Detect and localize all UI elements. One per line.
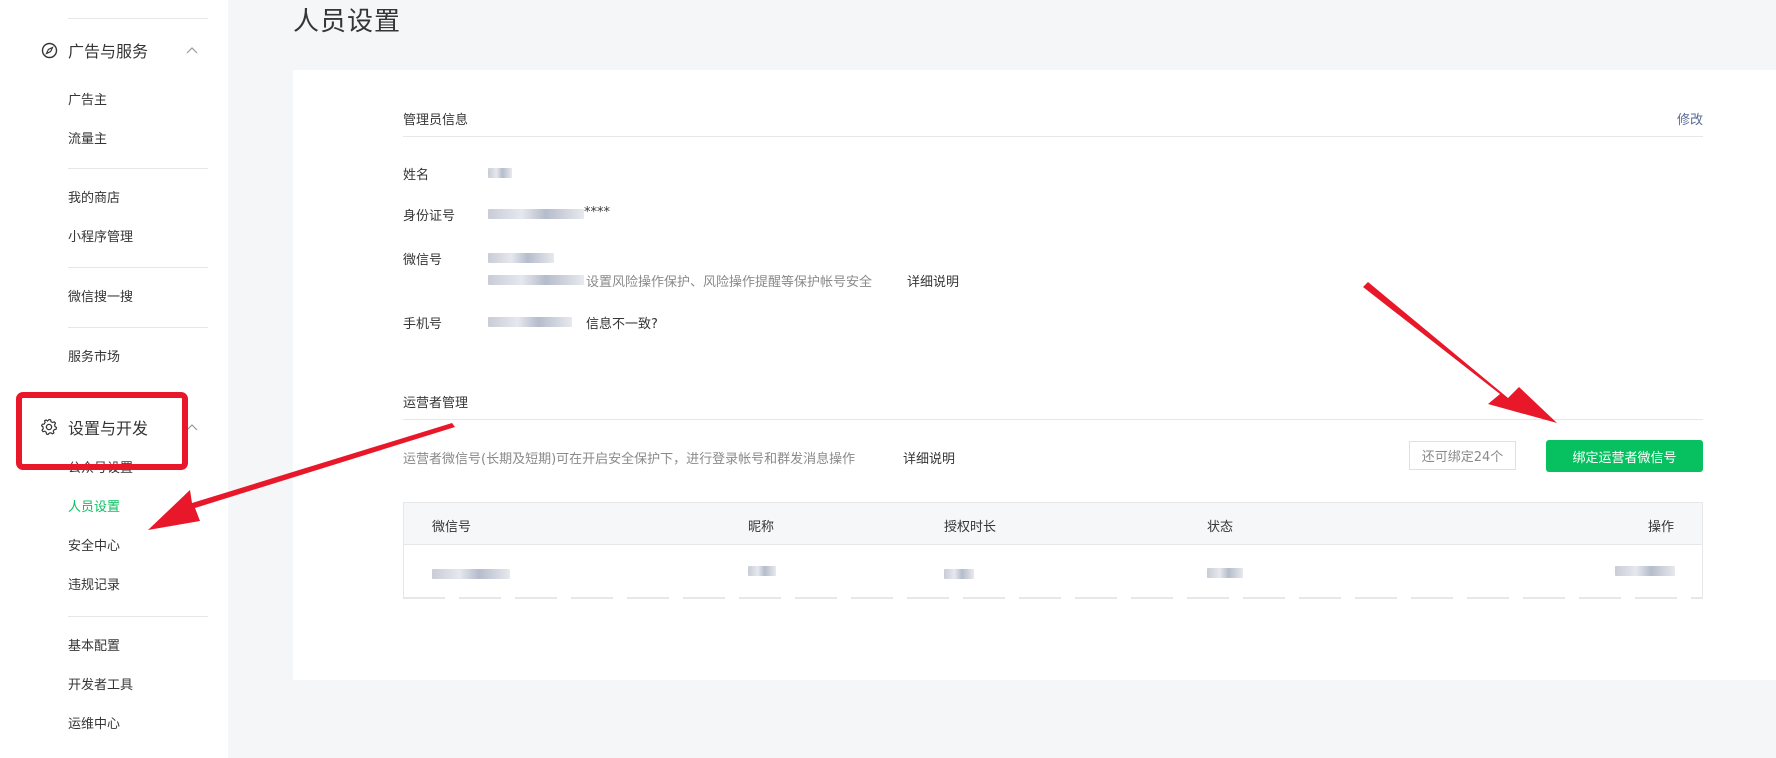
col-wechat-id: 微信号 bbox=[432, 520, 472, 535]
operators-section-title: 运营者管理 bbox=[403, 396, 469, 411]
wechat-id-redacted bbox=[488, 253, 554, 263]
chevron-up-icon[interactable] bbox=[186, 46, 198, 54]
sidebar-item-publisher[interactable]: 流量主 bbox=[68, 131, 107, 149]
col-status: 状态 bbox=[1207, 520, 1234, 535]
section-divider bbox=[403, 136, 1703, 137]
sidebar-group-label: 广告与服务 bbox=[68, 42, 149, 61]
id-number-redacted bbox=[488, 209, 584, 219]
annotation-highlight-box bbox=[16, 392, 188, 470]
sidebar-item-violations[interactable]: 违规记录 bbox=[68, 577, 120, 595]
sidebar-item-wechat-search[interactable]: 微信搜一搜 bbox=[68, 289, 133, 307]
row-wechat-id-redacted bbox=[432, 569, 510, 579]
sidebar-item-personnel-settings[interactable]: 人员设置 bbox=[68, 499, 120, 517]
operators-description: 运营者微信号(长期及短期)可在开启安全保护下，进行登录帐号和群发消息操作 bbox=[403, 452, 856, 467]
remaining-quota-badge: 还可绑定24个 bbox=[1409, 441, 1516, 470]
bind-operator-button[interactable]: 绑定运营者微信号 bbox=[1546, 440, 1703, 472]
sidebar-divider bbox=[68, 168, 208, 169]
wechat-id-label: 微信号 bbox=[403, 253, 443, 268]
sidebar: 广告与服务 广告主 流量主 我的商店 小程序管理 微信搜一搜 服务市场 设置与开… bbox=[0, 0, 228, 758]
sidebar-item-advertiser[interactable]: 广告主 bbox=[68, 92, 107, 110]
sidebar-item-basic-config[interactable]: 基本配置 bbox=[68, 638, 120, 656]
col-actions: 操作 bbox=[1648, 520, 1675, 535]
sidebar-group-ads-services[interactable]: 广告与服务 bbox=[40, 38, 148, 62]
sidebar-divider bbox=[68, 18, 208, 19]
sidebar-item-my-store[interactable]: 我的商店 bbox=[68, 190, 120, 208]
sidebar-divider bbox=[68, 616, 208, 617]
sidebar-item-security-center[interactable]: 安全中心 bbox=[68, 538, 120, 556]
edit-admin-link[interactable]: 修改 bbox=[1677, 109, 1703, 128]
col-auth-duration: 授权时长 bbox=[944, 520, 997, 535]
sidebar-item-miniprogram[interactable]: 小程序管理 bbox=[68, 229, 133, 247]
sidebar-divider bbox=[68, 267, 208, 268]
row-actions-redacted[interactable] bbox=[1615, 566, 1675, 576]
sidebar-divider bbox=[68, 327, 208, 328]
operators-table-header: 微信号 昵称 授权时长 状态 操作 bbox=[403, 502, 1703, 545]
sidebar-item-ops-center[interactable]: 运维中心 bbox=[68, 716, 120, 734]
admin-section-title: 管理员信息 bbox=[403, 113, 469, 128]
wechat-nickname-redacted bbox=[488, 275, 584, 285]
phone-label: 手机号 bbox=[403, 317, 443, 332]
sidebar-item-service-market[interactable]: 服务市场 bbox=[68, 349, 120, 367]
row-status-redacted bbox=[1207, 568, 1243, 578]
compass-icon bbox=[40, 41, 58, 59]
col-nickname: 昵称 bbox=[748, 520, 775, 535]
info-mismatch-link[interactable]: 信息不一致? bbox=[586, 313, 658, 332]
table-row-border bbox=[403, 597, 1703, 599]
id-number-label: 身份证号 bbox=[403, 209, 456, 224]
wechat-protection-note: 设置风险操作保护、风险操作提醒等保护帐号安全 bbox=[586, 275, 873, 290]
page-title: 人员设置 bbox=[293, 7, 402, 37]
name-label: 姓名 bbox=[403, 168, 430, 183]
wechat-details-link[interactable]: 详细说明 bbox=[907, 271, 959, 290]
section-divider bbox=[403, 419, 1703, 420]
table-row bbox=[403, 545, 1703, 597]
id-number-suffix: **** bbox=[584, 205, 610, 220]
operators-details-link[interactable]: 详细说明 bbox=[903, 448, 955, 467]
phone-redacted bbox=[488, 317, 572, 327]
row-nickname-redacted bbox=[748, 566, 776, 576]
name-value-redacted bbox=[488, 168, 512, 178]
row-auth-duration-redacted bbox=[944, 569, 974, 579]
sidebar-item-dev-tools[interactable]: 开发者工具 bbox=[68, 677, 133, 695]
